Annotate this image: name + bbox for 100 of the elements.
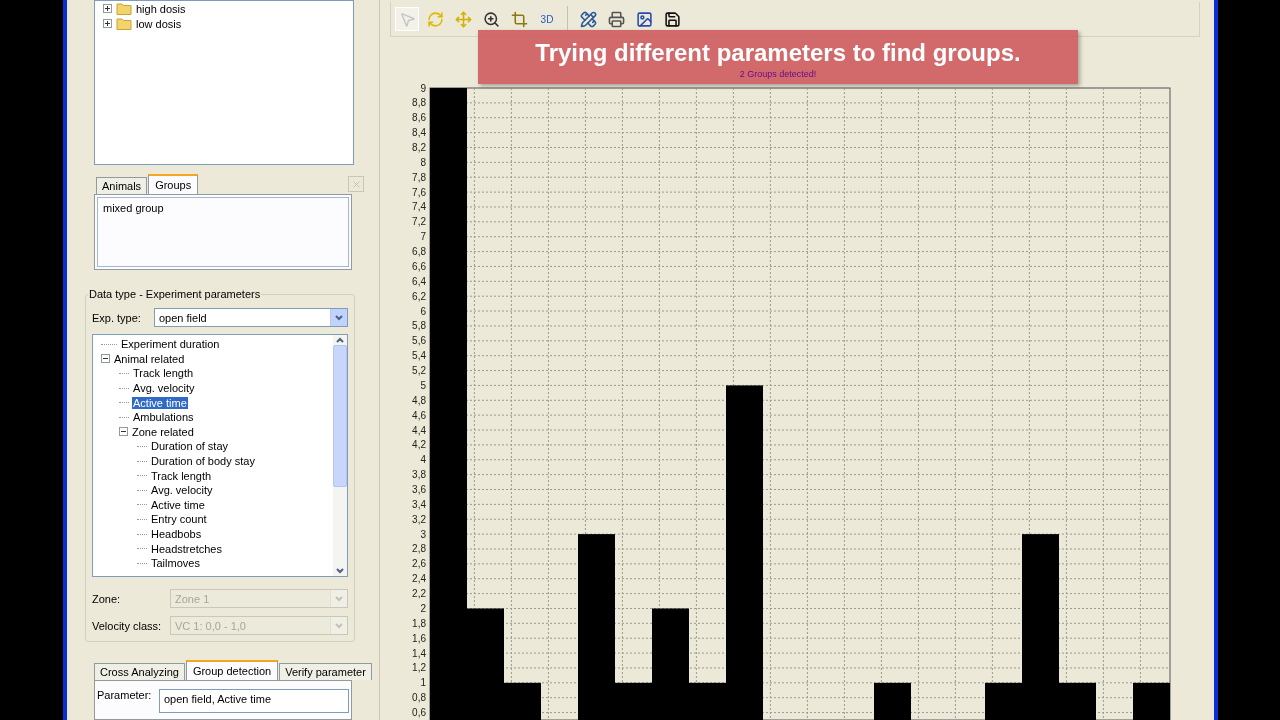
- axis-label: 0,6: [412, 707, 426, 719]
- refresh-icon: [426, 10, 444, 28]
- pencil-ruler-icon: [579, 10, 597, 28]
- move-icon: [454, 10, 472, 28]
- tree-item[interactable]: Avg. velocity: [150, 484, 214, 497]
- field-label: Parameter:: [97, 689, 153, 703]
- printer-icon: [607, 10, 625, 28]
- tree-item[interactable]: Track length: [150, 469, 213, 482]
- three-d-button[interactable]: 3D: [535, 7, 559, 31]
- axis-label: 0,8: [412, 692, 426, 704]
- save-icon: [663, 10, 681, 28]
- axis-label: 1,2: [412, 662, 426, 674]
- zoom-in-icon: [482, 10, 500, 28]
- cursor-icon: [398, 10, 416, 28]
- tree-item[interactable]: Avg. velocity: [132, 382, 196, 395]
- axis-label: 7,4: [412, 201, 426, 213]
- axis-label: 3,6: [412, 484, 426, 495]
- tree-item[interactable]: Entry count: [150, 513, 208, 526]
- expander-icon[interactable]: [103, 4, 112, 13]
- tree-item[interactable]: Tailmoves: [150, 557, 201, 570]
- axis-label: 3: [420, 528, 426, 540]
- exp-type-dropdown[interactable]: open field: [154, 308, 348, 327]
- axis-label: 8: [420, 156, 426, 168]
- group-title: Data type - Experiment parameters: [88, 288, 262, 300]
- list-item[interactable]: mixed group: [103, 202, 343, 214]
- expander-icon[interactable]: [119, 427, 128, 437]
- axis-label: 8,8: [412, 97, 426, 109]
- axis-label: 5,6: [412, 335, 426, 347]
- axis-label: 6,8: [412, 246, 426, 258]
- parameter-field[interactable]: open field, Active time: [159, 689, 349, 713]
- tab[interactable]: Group detection: [185, 660, 279, 680]
- axis-label: 3,2: [412, 513, 426, 525]
- tree-item[interactable]: Duration of stay: [150, 440, 230, 453]
- axis-label: 7,8: [412, 171, 426, 183]
- scrollbar[interactable]: [333, 335, 347, 576]
- axis-label: 2,4: [412, 573, 426, 585]
- caption-text: Trying different parameters to find groups.: [535, 39, 1021, 67]
- tree-item[interactable]: Headstretches: [150, 542, 223, 555]
- axis-label: 2,8: [412, 543, 426, 555]
- axis-label: 4,6: [412, 409, 426, 421]
- axis-label: 6: [420, 305, 426, 317]
- axis-label: 8,4: [412, 127, 426, 139]
- axis-label: 3,8: [412, 469, 426, 481]
- axis-label: 6,2: [412, 290, 426, 302]
- tree-item[interactable]: Zone related: [131, 425, 195, 438]
- status-text: 2 Groups detected!: [739, 69, 817, 79]
- axis-label: 1,8: [412, 617, 426, 629]
- tree-item[interactable]: low dosis: [136, 17, 182, 30]
- axis-label: 7,6: [412, 186, 426, 198]
- axis-label: 4,8: [412, 394, 426, 406]
- tree-item[interactable]: Active time: [150, 498, 206, 511]
- caret-icon: [335, 622, 343, 629]
- axis-label: 4: [420, 454, 426, 466]
- axis-label: 6,6: [412, 260, 426, 272]
- axis-label: 7: [420, 231, 426, 243]
- close-icon: [350, 178, 362, 190]
- axis-label: 8,2: [412, 142, 426, 153]
- axis-label: 5: [420, 379, 426, 391]
- scroll-down-icon[interactable]: [336, 568, 344, 574]
- tree-item[interactable]: Ambulations: [132, 411, 195, 424]
- tree-item[interactable]: Duration of body stay: [150, 455, 256, 468]
- axis-label: 2: [420, 602, 426, 614]
- axis-label: 2,6: [412, 558, 426, 570]
- tab[interactable]: Verify parameter: [279, 663, 372, 680]
- bar: [1133, 682, 1170, 720]
- tab[interactable]: Animals: [96, 177, 148, 194]
- axis-label: 5,8: [412, 320, 426, 332]
- caret-icon: [335, 314, 343, 321]
- field-label: Exp. type:: [92, 311, 142, 324]
- axis-label: 3,4: [412, 498, 426, 510]
- tree-item[interactable]: Experiment duration: [120, 338, 221, 351]
- field-label: Zone:: [92, 592, 122, 605]
- tree-item[interactable]: high dosis: [136, 2, 186, 15]
- axis-label: 5,4: [412, 350, 426, 362]
- tab[interactable]: Groups: [148, 174, 199, 194]
- folder-icon: [116, 2, 132, 15]
- axis-label: 5,2: [412, 365, 426, 377]
- expander-icon[interactable]: [101, 354, 110, 364]
- scroll-up-icon[interactable]: [336, 337, 344, 343]
- expander-icon[interactable]: [103, 19, 112, 28]
- tab[interactable]: Cross Analyzing: [94, 663, 185, 680]
- tree-item[interactable]: Headbobs: [150, 528, 203, 540]
- axis-label: 7,2: [412, 216, 426, 228]
- image-icon: [635, 10, 653, 28]
- axis-label: 1,4: [412, 647, 426, 659]
- axis-label: 6,4: [412, 275, 426, 287]
- axis-label: 1: [420, 677, 426, 689]
- bar: [874, 682, 911, 720]
- axis-label: 1,6: [412, 632, 426, 644]
- axis-label: 2,2: [412, 588, 426, 600]
- tree-item[interactable]: Animal related: [113, 352, 186, 365]
- folder-icon: [116, 17, 132, 30]
- axis-label: 8,6: [412, 112, 426, 124]
- field-label: Velocity class:: [92, 619, 163, 632]
- axis-label: 4,4: [412, 424, 426, 436]
- crop-icon: [510, 10, 528, 28]
- axis-label: 9: [420, 82, 426, 94]
- tree-item[interactable]: Track length: [132, 367, 195, 380]
- tree-item[interactable]: Active time: [132, 396, 188, 409]
- caret-icon: [335, 595, 343, 602]
